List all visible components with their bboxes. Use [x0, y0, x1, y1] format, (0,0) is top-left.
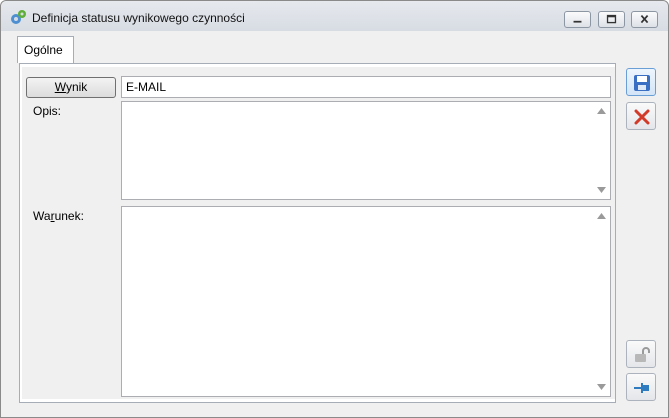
wynik-field[interactable]: E-MAIL	[121, 76, 611, 98]
warunek-label: Warunek:	[33, 209, 84, 223]
title-bar[interactable]: Definicja statusu wynikowego czynności	[1, 1, 668, 31]
scroll-up-icon[interactable]	[597, 213, 606, 219]
app-gear-icon	[11, 10, 26, 24]
wynik-value: E-MAIL	[126, 80, 167, 94]
warunek-textarea[interactable]	[121, 206, 611, 397]
scroll-down-icon[interactable]	[597, 384, 606, 390]
dialog-window: Definicja statusu wynikowego czynności O…	[0, 0, 669, 418]
minimize-icon	[573, 20, 582, 23]
cancel-button[interactable]	[626, 102, 656, 130]
maximize-icon	[606, 14, 617, 24]
opis-scrollbar[interactable]	[593, 102, 610, 199]
unlock-icon	[635, 347, 650, 362]
window-title: Definicja statusu wynikowego czynności	[32, 11, 245, 25]
wynik-button-label: Wynik	[54, 80, 88, 94]
scroll-up-icon[interactable]	[597, 108, 606, 114]
save-button[interactable]	[626, 68, 656, 96]
close-icon	[640, 14, 649, 24]
pin-button[interactable]	[626, 373, 656, 401]
minimize-button[interactable]	[564, 11, 591, 28]
pin-icon	[634, 383, 649, 393]
maximize-button[interactable]	[598, 11, 625, 28]
wynik-button[interactable]: Wynik	[26, 77, 116, 98]
warunek-scrollbar[interactable]	[593, 207, 610, 396]
cancel-icon	[634, 109, 650, 125]
unlock-button[interactable]	[626, 340, 656, 368]
save-icon	[634, 75, 650, 91]
scroll-down-icon[interactable]	[597, 187, 606, 193]
opis-textarea[interactable]	[121, 101, 611, 200]
opis-label: Opis:	[33, 104, 62, 118]
tab-label: Ogólne	[24, 43, 63, 57]
close-button[interactable]	[631, 11, 658, 28]
tab-ogolne[interactable]: Ogólne	[17, 36, 74, 63]
